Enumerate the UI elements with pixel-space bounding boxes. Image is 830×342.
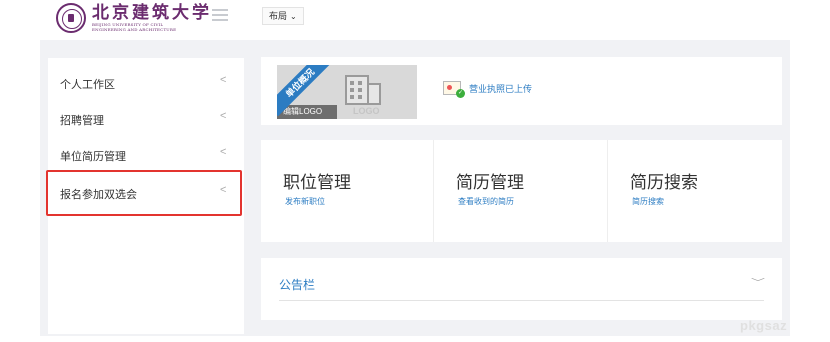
check-icon: ✓ bbox=[456, 89, 465, 98]
watermark-text: pkgsaz bbox=[740, 318, 788, 333]
sidebar-item-label: 个人工作区 bbox=[60, 79, 115, 91]
sidebar-item-personal-workspace[interactable]: 个人工作区 < bbox=[48, 66, 244, 100]
sidebar-item-recruitment[interactable]: 招聘管理 < bbox=[48, 102, 244, 136]
tile-job-management[interactable]: 职位管理 发布新职位 bbox=[261, 140, 434, 242]
license-status[interactable]: ✓ 营业执照已上传 bbox=[443, 81, 533, 98]
post-new-job-link[interactable]: 发布新职位 bbox=[285, 196, 325, 207]
license-status-text: 营业执照已上传 bbox=[469, 83, 533, 94]
unit-logo-box[interactable]: 编辑LOGO LOGO 单位概况 bbox=[277, 65, 417, 119]
license-card-icon: ✓ bbox=[443, 81, 465, 98]
page: 北京建筑大学 BEIJING UNIVERSITY OF CIVIL ENGIN… bbox=[0, 0, 830, 342]
top-header: 北京建筑大学 BEIJING UNIVERSITY OF CIVIL ENGIN… bbox=[0, 0, 830, 40]
logo-chinese-name: 北京建筑大学 bbox=[92, 3, 212, 23]
tile-resume-search[interactable]: 简历搜索 简历搜索 bbox=[608, 140, 782, 242]
university-logo[interactable]: 北京建筑大学 BEIJING UNIVERSITY OF CIVIL ENGIN… bbox=[56, 3, 212, 33]
menu-toggle-icon[interactable] bbox=[212, 9, 228, 21]
tile-title: 简历搜索 bbox=[630, 173, 698, 192]
unit-overview-card: 编辑LOGO LOGO 单位概况 ✓ 营业执照已上传 bbox=[261, 57, 782, 125]
layout-label: 布局 bbox=[269, 11, 288, 21]
sidebar-item-label: 招聘管理 bbox=[60, 115, 104, 127]
feature-tiles-card: 职位管理 发布新职位 简历管理 查看收到的简历 简历搜索 简历搜索 bbox=[261, 140, 782, 242]
notice-board-card: 公告栏 ﹀ bbox=[261, 258, 782, 320]
divider bbox=[279, 300, 764, 301]
logo-english-line2: ENGINEERING AND ARCHITECTURE bbox=[92, 27, 177, 32]
resume-search-link[interactable]: 简历搜索 bbox=[632, 196, 664, 207]
chevron-left-icon: < bbox=[220, 110, 227, 122]
building-icon bbox=[345, 75, 369, 105]
chevron-down-icon[interactable]: ﹀ bbox=[751, 276, 765, 288]
chevron-down-icon: ⌄ bbox=[290, 12, 297, 21]
university-seal-icon bbox=[56, 3, 86, 33]
notice-board-title: 公告栏 bbox=[279, 278, 316, 292]
sidebar-item-resume-management[interactable]: 单位简历管理 < bbox=[48, 138, 244, 172]
sidebar-item-label: 单位简历管理 bbox=[60, 151, 126, 163]
tile-title: 职位管理 bbox=[283, 173, 351, 192]
highlight-box bbox=[46, 170, 242, 216]
chevron-left-icon: < bbox=[220, 146, 227, 158]
layout-dropdown[interactable]: 布局 ⌄ bbox=[262, 7, 304, 25]
chevron-left-icon: < bbox=[220, 74, 227, 86]
tile-resume-management[interactable]: 简历管理 查看收到的简历 bbox=[434, 140, 608, 242]
tile-title: 简历管理 bbox=[456, 173, 524, 192]
view-received-resumes-link[interactable]: 查看收到的简历 bbox=[458, 196, 514, 207]
logo-placeholder-text: LOGO bbox=[353, 106, 380, 116]
